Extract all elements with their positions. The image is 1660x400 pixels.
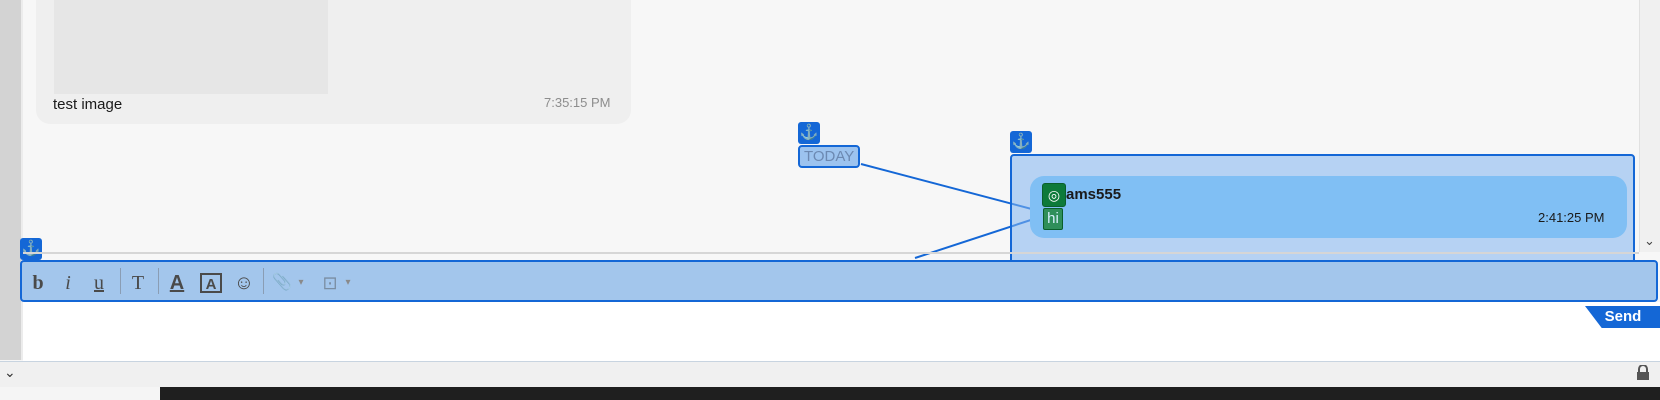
avatar-icon[interactable]: ◎: [1042, 183, 1066, 207]
chat-scrollbar[interactable]: [1639, 0, 1660, 252]
scroll-down-icon[interactable]: ⌄: [1639, 230, 1660, 252]
anchor-icon[interactable]: ⚓: [798, 122, 820, 144]
left-scrollbar[interactable]: [0, 0, 21, 360]
message-input[interactable]: [23, 302, 1660, 361]
italic-button[interactable]: i: [58, 270, 78, 296]
image-message-time: 7:35:15 PM: [544, 95, 611, 110]
insert-button[interactable]: ⊡: [318, 270, 342, 296]
bold-button[interactable]: b: [28, 270, 48, 296]
message-text: hi: [1043, 208, 1063, 230]
taskbar-left: [0, 387, 160, 400]
lock-icon: [1637, 365, 1649, 380]
message-image[interactable]: [54, 0, 328, 94]
underline-button[interactable]: u: [88, 270, 110, 296]
toolbar-divider: [263, 268, 264, 294]
anchor-icon[interactable]: ⚓: [1010, 131, 1032, 153]
date-divider: TODAY: [798, 145, 861, 168]
message-time: 2:41:25 PM: [1538, 210, 1605, 225]
taskbar: [160, 387, 1660, 400]
attach-dropdown-icon[interactable]: ▾: [296, 270, 306, 296]
message-username[interactable]: ams555: [1066, 186, 1121, 203]
font-color-button[interactable]: A: [165, 270, 189, 296]
toolbar-divider: [158, 268, 159, 294]
font-button[interactable]: T: [127, 270, 149, 296]
toolbar-divider: [120, 268, 121, 294]
chevron-down-icon[interactable]: ⌄: [4, 364, 16, 381]
insert-dropdown-icon[interactable]: ▾: [343, 270, 353, 296]
highlight-button[interactable]: A: [200, 273, 222, 293]
formatting-toolbar: [20, 260, 1658, 302]
emoji-button[interactable]: ☺: [232, 270, 256, 296]
attach-button[interactable]: 📎: [270, 270, 294, 296]
splitter-grip-icon[interactable]: [826, 254, 856, 267]
anchor-icon[interactable]: ⚓: [20, 238, 42, 260]
status-bar: [0, 361, 1660, 388]
image-message-caption: test image: [53, 96, 123, 113]
